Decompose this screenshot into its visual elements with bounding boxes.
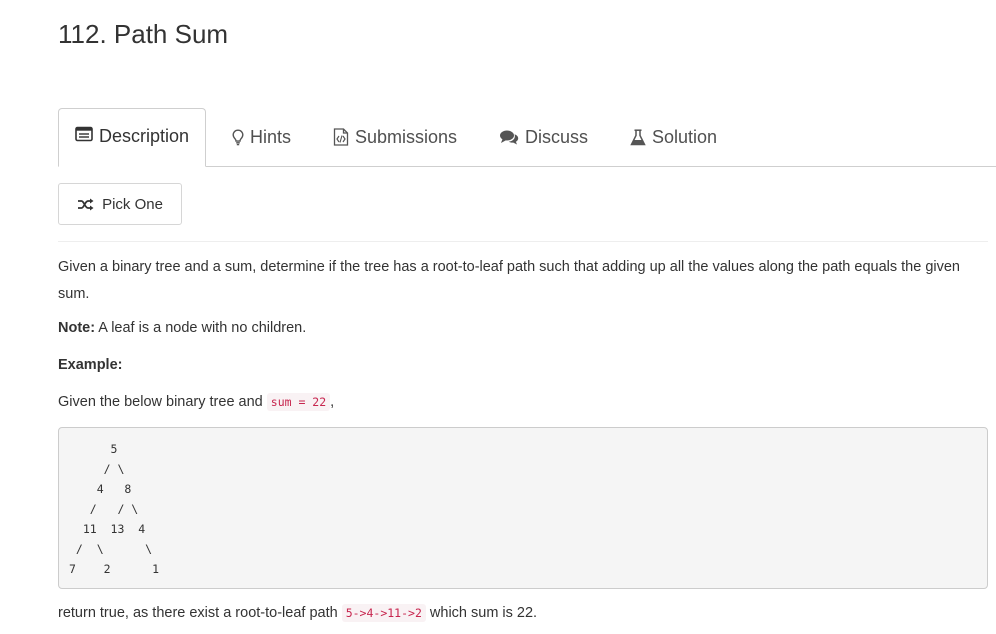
- note-paragraph: Note: A leaf is a node with no children.: [58, 316, 306, 340]
- tab-solution-label: Solution: [652, 126, 718, 147]
- tree-code-block: 5 / \ 4 8 / / \ 11 13 4 / \ \ 7 2 1: [58, 427, 988, 589]
- tab-discuss[interactable]: Discuss: [499, 108, 588, 166]
- problem-statement: Given a binary tree and a sum, determine…: [58, 259, 960, 302]
- shuffle-icon: [77, 198, 94, 211]
- content-divider: [58, 241, 988, 242]
- tab-hints-label: Hints: [250, 126, 292, 147]
- tab-description[interactable]: Description: [58, 108, 207, 167]
- tab-description-label: Description: [99, 126, 190, 146]
- pick-one-label: Pick One: [102, 195, 163, 213]
- given-paragraph: Given the below binary tree and sum = 22…: [58, 390, 334, 414]
- lightbulb-icon: [232, 128, 244, 146]
- path-code: 5->4->11->2: [341, 604, 426, 622]
- given-prefix: Given the below binary tree and: [58, 394, 267, 410]
- return-paragraph: return true, as there exist a root-to-le…: [58, 601, 537, 625]
- tab-solution[interactable]: Solution: [630, 108, 717, 166]
- given-suffix: ,: [330, 394, 335, 410]
- description-icon: [75, 126, 93, 142]
- code-file-icon: [333, 128, 349, 146]
- sum-code: sum = 22: [266, 393, 331, 411]
- example-heading: Example:: [58, 357, 123, 373]
- tab-submissions[interactable]: Submissions: [333, 108, 457, 166]
- note-text: A leaf is a node with no children.: [95, 320, 307, 336]
- pick-one-button[interactable]: Pick One: [58, 183, 182, 225]
- return-suffix: which sum is 22.: [425, 605, 538, 621]
- tab-hints[interactable]: Hints: [232, 108, 291, 166]
- page-title: 112. Path Sum: [58, 19, 229, 49]
- problem-tabs: Description Hints Submissions Discuss So…: [58, 108, 996, 167]
- tab-submissions-label: Submissions: [355, 126, 458, 147]
- tab-discuss-label: Discuss: [525, 126, 589, 147]
- return-prefix: return true, as there exist a root-to-le…: [58, 605, 342, 621]
- note-label: Note:: [58, 320, 96, 336]
- flask-icon: [630, 128, 646, 146]
- chat-bubbles-icon: [499, 129, 519, 145]
